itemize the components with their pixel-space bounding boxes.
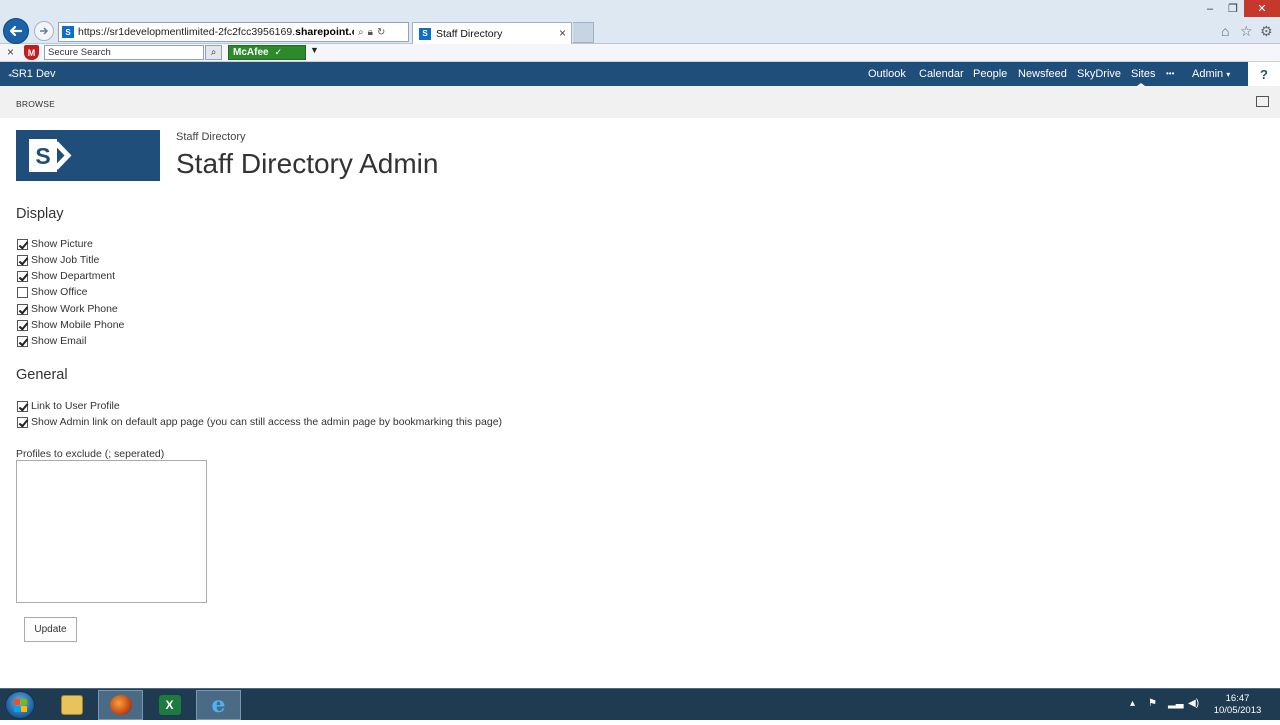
sharepoint-logo-icon: S	[29, 139, 72, 172]
restore-button[interactable]: ❐	[1222, 0, 1244, 17]
clock[interactable]: 16:47 10/05/2013	[1210, 693, 1265, 717]
suite-link-outlook[interactable]: Outlook	[868, 68, 906, 80]
show-hidden-icons-icon[interactable]: ▴	[1130, 698, 1135, 709]
profiles-to-exclude-textarea[interactable]	[16, 460, 207, 603]
show-office-option[interactable]: Show Office	[17, 285, 87, 299]
browser-window: S https://sr1developmentlimited-2fc2fcc3…	[0, 0, 1280, 62]
show-picture-option[interactable]: Show Picture	[17, 237, 93, 251]
back-arrow-icon	[9, 25, 23, 37]
show-mobile-phone-checkbox[interactable]	[17, 319, 28, 331]
back-button[interactable]	[3, 18, 29, 44]
display-section-heading: Display	[16, 206, 64, 222]
link-to-user-profile-checkbox[interactable]	[17, 400, 28, 412]
help-button[interactable]: ?	[1248, 62, 1280, 86]
show-admin-link-checkbox[interactable]	[17, 416, 28, 428]
show-email-checkbox[interactable]	[17, 335, 28, 347]
taskbar-internet-explorer[interactable]: e	[196, 690, 241, 720]
general-section-heading: General	[16, 367, 68, 383]
firefox-icon	[109, 695, 132, 715]
check-icon: ✓	[274, 47, 283, 57]
sharepoint-logo[interactable]: S	[16, 130, 160, 181]
start-button[interactable]	[5, 691, 35, 719]
tab-browse[interactable]: BROWSE	[16, 99, 55, 109]
suite-link-sites[interactable]: Sites	[1131, 68, 1155, 80]
show-email-option[interactable]: Show Email	[17, 334, 86, 348]
close-toolbar-icon[interactable]: ×	[7, 45, 14, 59]
suite-brand-link[interactable]: ◂SR1 Dev	[8, 68, 56, 80]
forward-arrow-icon	[40, 27, 49, 35]
page-title: Staff Directory Admin	[176, 148, 439, 179]
suite-bar: ◂SR1 Dev Outlook Calendar People Newsfee…	[0, 62, 1280, 86]
ribbon: BROWSE	[0, 86, 1280, 118]
suite-link-skydrive[interactable]: SkyDrive	[1077, 68, 1121, 80]
taskbar-file-explorer[interactable]	[49, 690, 94, 720]
taskbar-firefox[interactable]	[98, 690, 143, 720]
browser-titlebar: S https://sr1developmentlimited-2fc2fcc3…	[0, 0, 1280, 44]
favorites-star-icon[interactable]: ☆	[1240, 23, 1253, 40]
mcafee-site-advisor-button[interactable]: McAfee ✓	[228, 45, 306, 60]
suite-link-newsfeed[interactable]: Newsfeed	[1018, 68, 1067, 80]
refresh-icon[interactable]: ↻	[377, 27, 385, 38]
more-ellipsis-icon[interactable]: •••	[1166, 69, 1174, 78]
update-button[interactable]: Update	[24, 617, 77, 642]
search-icon[interactable]: ⌕	[358, 27, 364, 38]
minimize-button[interactable]: –	[1198, 0, 1222, 17]
close-window-button[interactable]: ✕	[1244, 0, 1280, 17]
show-picture-checkbox[interactable]	[17, 238, 28, 250]
chevron-down-icon: ▾	[1226, 70, 1231, 79]
suite-link-calendar[interactable]: Calendar	[919, 68, 964, 80]
suite-link-people[interactable]: People	[973, 68, 1007, 80]
svg-text:S: S	[35, 143, 50, 169]
action-center-flag-icon[interactable]: ⚑	[1148, 698, 1157, 709]
show-department-checkbox[interactable]	[17, 270, 28, 282]
mcafee-shield-icon[interactable]: M	[24, 45, 39, 60]
taskbar-excel[interactable]: X	[147, 690, 192, 720]
show-office-checkbox[interactable]	[17, 286, 28, 298]
tab-close-icon[interactable]: ×	[559, 26, 566, 40]
home-icon[interactable]: ⌂	[1221, 23, 1229, 39]
forward-button[interactable]	[34, 21, 54, 41]
network-signal-icon[interactable]: ▂▃	[1168, 698, 1183, 709]
folder-icon	[60, 695, 83, 715]
lock-icon[interactable]: 🔒︎	[368, 27, 373, 38]
new-tab-button[interactable]	[573, 22, 594, 43]
chevron-down-icon[interactable]: ▼	[310, 45, 319, 55]
secure-search-input[interactable]: Secure Search	[44, 45, 204, 60]
tab-title: Staff Directory	[436, 27, 503, 40]
excel-icon: X	[158, 695, 181, 715]
taskbar: X e ▴ ⚑ ▂▃ ◀) 16:47 10/05/2013	[0, 688, 1280, 720]
tab-staff-directory[interactable]: S Staff Directory ×	[412, 22, 572, 44]
show-work-phone-option[interactable]: Show Work Phone	[17, 302, 118, 316]
user-menu[interactable]: Admin ▾	[1192, 68, 1230, 80]
show-department-option[interactable]: Show Department	[17, 269, 115, 283]
sharepoint-favicon-icon: S	[62, 26, 74, 38]
show-work-phone-checkbox[interactable]	[17, 303, 28, 315]
show-job-title-option[interactable]: Show Job Title	[17, 253, 99, 267]
profiles-to-exclude-label: Profiles to exclude (; seperated)	[16, 448, 165, 460]
address-url[interactable]: https://sr1developmentlimited-2fc2fcc395…	[78, 26, 354, 38]
show-admin-link-option[interactable]: Show Admin link on default app page (you…	[17, 415, 502, 429]
site-title[interactable]: Staff Directory	[176, 131, 246, 143]
windows-logo-icon	[14, 699, 27, 712]
show-job-title-checkbox[interactable]	[17, 254, 28, 266]
internet-explorer-icon: e	[211, 692, 226, 718]
sharepoint-favicon-icon: S	[419, 27, 431, 40]
search-go-button[interactable]: ⌕	[205, 45, 222, 60]
show-mobile-phone-option[interactable]: Show Mobile Phone	[17, 318, 124, 332]
address-bar[interactable]: S https://sr1developmentlimited-2fc2fcc3…	[58, 22, 409, 42]
gear-icon[interactable]: ⚙	[1260, 23, 1273, 40]
focus-on-content-icon[interactable]	[1256, 96, 1269, 107]
link-to-user-profile-option[interactable]: Link to User Profile	[17, 399, 120, 413]
browser-toolbar: × M Secure Search ⌕ McAfee ✓ ▼	[0, 44, 1280, 62]
volume-icon[interactable]: ◀)	[1188, 698, 1199, 709]
